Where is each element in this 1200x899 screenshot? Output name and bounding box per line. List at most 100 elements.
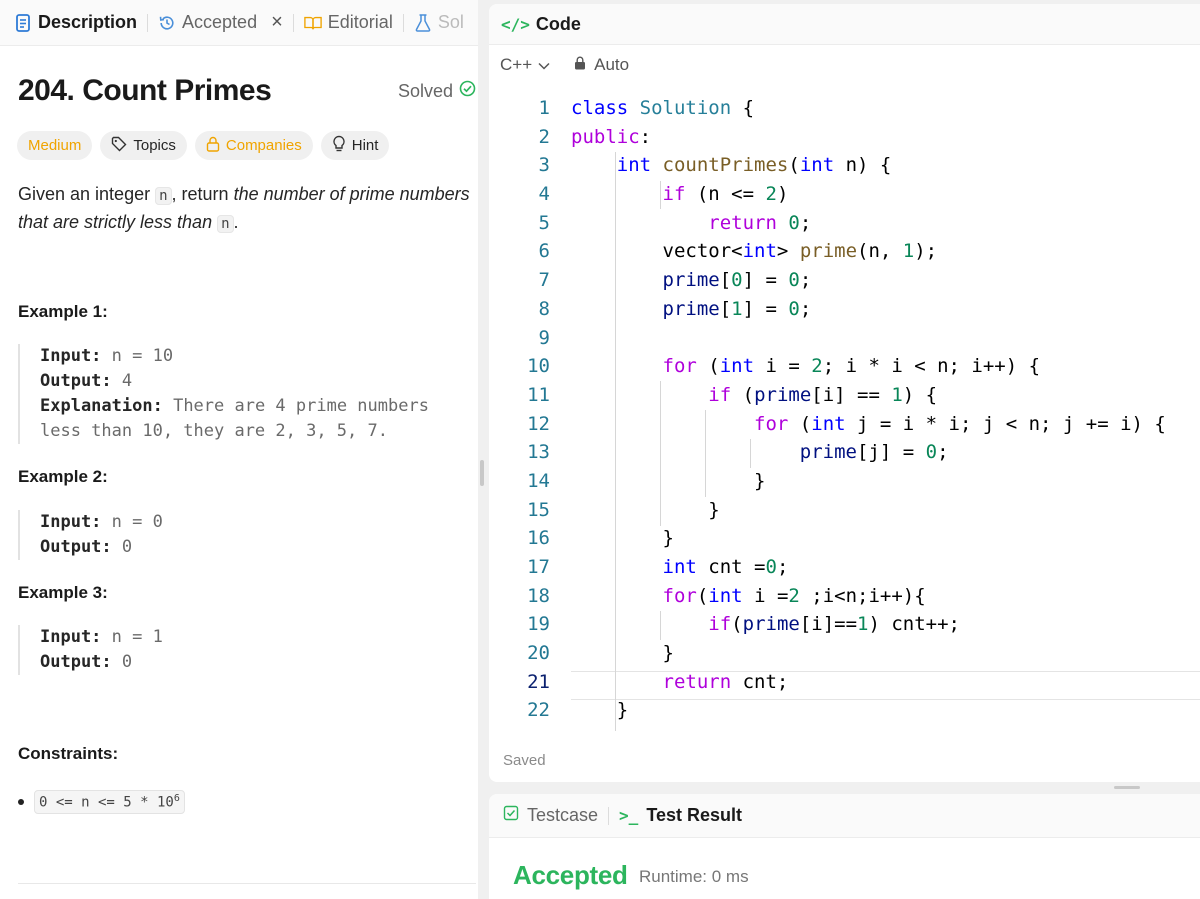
tab-divider (608, 806, 610, 825)
tab-accepted[interactable]: Accepted × (158, 0, 283, 45)
output-value: 0 (121, 537, 133, 557)
code-line[interactable]: 2 public: (489, 123, 1200, 152)
lock-icon (574, 55, 586, 75)
tab-divider (402, 13, 404, 32)
line-number: 12 (527, 412, 550, 435)
line-number: 13 (527, 441, 550, 464)
line-number: 6 (538, 240, 550, 263)
code-line[interactable]: 14 } (489, 467, 1200, 496)
hint-button[interactable]: Hint (320, 131, 390, 160)
code-editor[interactable]: 1 class Solution {2 public: 3 int countPrim… (489, 94, 1200, 731)
test-panel: Testcase >_ Test Result Accepted Runtime… (489, 794, 1200, 899)
tab-description-label: Description (38, 12, 138, 32)
code-line[interactable]: 19 if(prime[i]==1) cnt++; (489, 610, 1200, 639)
code-text: for (int i = 2; i * i < n; i++) { (662, 355, 1041, 378)
divider (18, 883, 476, 884)
line-number: 11 (527, 383, 550, 406)
lightbulb-icon (332, 135, 346, 156)
code-line[interactable]: 5 return 0; (489, 209, 1200, 238)
auto-mode[interactable]: Auto (574, 55, 629, 75)
explanation-text: There are 4 prime numbers (173, 396, 429, 416)
explanation-label: Explanation: (40, 396, 163, 416)
line-number: 18 (527, 584, 550, 607)
tag-icon (111, 136, 127, 156)
code-text: for (int j = i * i; j < n; j += i) { (754, 412, 1166, 435)
code-line[interactable]: 18 for(int i =2 ;i<n;i++){ (489, 582, 1200, 611)
topics-button[interactable]: Topics (100, 131, 187, 160)
tab-description[interactable]: Description (14, 0, 138, 45)
code-line[interactable]: 22 } (489, 696, 1200, 725)
code-line[interactable]: 7 prime[0] = 0; (489, 266, 1200, 295)
code-line[interactable]: 11 if (prime[i] == 1) { (489, 381, 1200, 410)
code-line[interactable]: 12 for (int j = i * i; j < n; j += i) { (489, 410, 1200, 439)
check-circle-icon (459, 80, 476, 102)
code-line[interactable]: 21 return cnt; (489, 668, 1200, 697)
code-text: return 0; (708, 211, 812, 234)
checkbox-icon (503, 805, 519, 826)
line-number: 2 (538, 125, 550, 148)
book-icon (304, 14, 322, 32)
desc-text: , return (171, 184, 234, 204)
code-line[interactable]: 16 } (489, 524, 1200, 553)
code-text: for(int i =2 ;i<n;i++){ (662, 584, 926, 607)
code-line[interactable]: 15 } (489, 496, 1200, 525)
saved-status: Saved (503, 752, 546, 769)
app-root: Description Accepted × Editorial Sol 204… (0, 0, 1200, 899)
tab-solutions-label: Sol (437, 12, 464, 32)
code-panel: </> Code C++ Auto 1 class Solution {2 publ… (489, 4, 1200, 782)
line-number: 5 (538, 211, 550, 234)
editor-toolbar: C++ Auto (489, 45, 1200, 85)
tab-editorial[interactable]: Editorial (304, 0, 393, 45)
history-icon (158, 14, 176, 32)
code-line[interactable]: 4 if (n <= 2) (489, 180, 1200, 209)
flask-icon (414, 13, 432, 32)
explanation-text: less than 10, they are 2, 3, 5, 7. (40, 421, 388, 441)
close-icon[interactable]: × (271, 11, 283, 34)
chevron-down-icon (538, 55, 550, 75)
companies-button[interactable]: Companies (194, 131, 313, 160)
code-line[interactable]: 3 int countPrimes(int n) { (489, 151, 1200, 180)
tab-test-result[interactable]: >_ Test Result (619, 805, 742, 826)
tab-testcase[interactable]: Testcase (503, 805, 598, 826)
desc-text: . (233, 212, 239, 232)
code-text: class Solution { (571, 97, 755, 119)
line-number: 7 (538, 269, 550, 292)
input-value: n = 0 (111, 512, 163, 532)
code-text: prime[1] = 0; (662, 297, 812, 320)
line-number: 20 (527, 642, 550, 665)
input-label: Input: (40, 627, 102, 647)
line-number: 22 (527, 699, 550, 722)
code-line[interactable]: 9 (489, 324, 1200, 353)
terminal-icon: >_ (619, 806, 639, 825)
language-select[interactable]: C++ (500, 55, 550, 75)
code-line[interactable]: 8 prime[1] = 0; (489, 295, 1200, 324)
tab-solutions[interactable]: Sol (414, 0, 464, 45)
tab-test-result-label: Test Result (646, 805, 742, 825)
line-number: 10 (527, 355, 550, 378)
line-number: 15 (527, 498, 550, 521)
auto-label: Auto (594, 55, 630, 74)
constraints-heading: Constraints: (18, 744, 119, 763)
constraint-exponent: 6 (173, 793, 180, 804)
line-number: 8 (538, 297, 550, 320)
line-number: 4 (538, 183, 550, 206)
code-line[interactable]: 13 prime[j] = 0; (489, 438, 1200, 467)
code-line[interactable]: 10 for (int i = 2; i * i < n; i++) { (489, 352, 1200, 381)
language-label: C++ (500, 55, 533, 74)
code-line[interactable]: 17 int cnt =0; (489, 553, 1200, 582)
input-value: n = 10 (111, 346, 174, 366)
description-panel: Description Accepted × Editorial Sol 204… (0, 0, 478, 899)
code-text: vector<int> prime(n, 1); (571, 240, 938, 263)
vertical-resize-handle[interactable] (480, 460, 484, 486)
inline-code: n (155, 187, 172, 205)
code-lines: 1 class Solution {2 public: 3 int countPrim… (489, 94, 1200, 725)
horizontal-resize-handle[interactable] (1114, 786, 1140, 789)
difficulty-badge: Medium (17, 131, 93, 160)
code-line[interactable]: 6 vector<int> prime(n, 1); (489, 237, 1200, 266)
bullet (18, 798, 24, 805)
code-line[interactable]: 20 } (489, 639, 1200, 668)
code-text: if (n <= 2) (662, 183, 789, 206)
code-panel-title: Code (535, 13, 581, 34)
code-panel-header: </> Code (489, 4, 1200, 45)
code-line[interactable]: 1 class Solution { (489, 94, 1200, 123)
